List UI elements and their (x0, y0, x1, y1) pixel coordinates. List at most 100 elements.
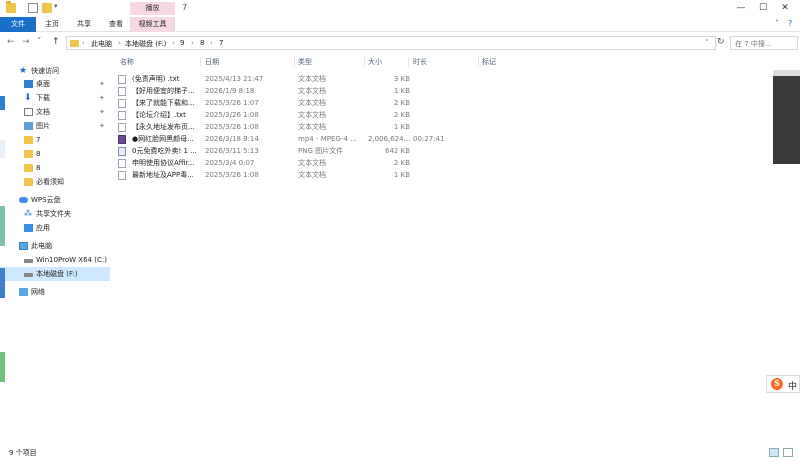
file-row[interactable]: 最新地址及APP毒... 2025/3/26 1:08 文本文档 1 KB (114, 169, 514, 181)
file-duration: 00:27:41 (413, 135, 445, 143)
recent-locations-button[interactable]: ˅ (37, 37, 42, 47)
nav-label: 图片 (36, 122, 50, 130)
close-button[interactable]: ✕ (774, 1, 796, 15)
address-bar[interactable]: › 此电脑 › 本地磁盘 (F:) › 9 › 8 › 7 ˅ (66, 36, 716, 50)
nav-shared-folder[interactable]: ⁂ 共享文件夹 (0, 207, 110, 221)
ribbon-tabs: 文件 主页 共享 查看 视频工具 ˅ ? (0, 17, 800, 32)
column-divider[interactable] (200, 57, 201, 67)
file-row[interactable]: 0元免费吃外卖! 1 ... 2026/3/11 5:13 PNG 图片文件 642 … (114, 145, 514, 157)
item-count: 9 个项目 (9, 449, 37, 457)
folder-icon (24, 164, 33, 172)
column-header-type[interactable]: 类型 (298, 56, 312, 68)
tab-home[interactable]: 主页 (38, 17, 66, 32)
properties-icon[interactable] (28, 3, 38, 13)
nav-quick-access[interactable]: ★ 快速访问 (0, 64, 110, 78)
column-header-date[interactable]: 日期 (205, 56, 219, 68)
nav-network[interactable]: 网络 (0, 285, 110, 299)
column-header-tags[interactable]: 标记 (482, 56, 496, 68)
thumbnail-strip (773, 70, 800, 76)
up-button[interactable]: ↑ (52, 37, 60, 47)
breadcrumb-this-pc[interactable]: 此电脑 (91, 39, 112, 49)
file-size: 642 KB (385, 147, 410, 155)
ime-toolbar[interactable]: S 中 (766, 375, 800, 393)
file-row[interactable]: 【来了就能下载和... 2025/3/26 1:07 文本文档 2 KB (114, 97, 514, 109)
tab-view[interactable]: 查看 (102, 17, 130, 32)
new-folder-icon[interactable] (42, 3, 52, 13)
breadcrumb-9[interactable]: 9 (180, 39, 184, 47)
desktop-icon (24, 80, 33, 88)
nav-label: 桌面 (36, 80, 50, 88)
nav-item-folder-7[interactable]: 7 (0, 133, 110, 147)
file-row[interactable]: 【好用便宜的梯子... 2026/1/9 8:18 文本文档 1 KB (114, 85, 514, 97)
network-icon (19, 288, 28, 296)
tab-video-tools[interactable]: 视频工具 (130, 17, 175, 32)
nav-item-documents[interactable]: 文档 ✦ (0, 105, 110, 119)
refresh-button[interactable]: ↻ (717, 37, 725, 47)
video-preview-thumbnail[interactable] (773, 70, 800, 164)
file-type: PNG 图片文件 (298, 147, 344, 155)
nav-wps-cloud[interactable]: WPS云盘 (0, 193, 110, 207)
nav-item-folder-8b[interactable]: 8 (0, 161, 110, 175)
file-date: 2026/3/11 5:13 (205, 147, 259, 155)
nav-label: 共享文件夹 (36, 210, 71, 218)
back-button[interactable]: ← (7, 37, 15, 47)
nav-item-downloads[interactable]: ⬇ 下载 ✦ (0, 91, 110, 105)
context-tab-play[interactable]: 播放 (130, 2, 175, 15)
nav-item-folder-8[interactable]: 8 (0, 147, 110, 161)
breadcrumb-separator[interactable]: › (191, 39, 194, 47)
breadcrumb-separator[interactable]: › (172, 39, 175, 47)
column-header-size[interactable]: 大小 (368, 56, 382, 68)
column-header-duration[interactable]: 时长 (413, 56, 427, 68)
column-divider[interactable] (408, 57, 409, 67)
nav-this-pc[interactable]: 此电脑 (0, 239, 110, 253)
search-placeholder: 在 7 中搜... (735, 40, 772, 48)
nav-drive-f[interactable]: 本地磁盘 (F:) (0, 267, 110, 281)
file-row[interactable]: 【论坛介绍】.txt 2025/3/26 1:08 文本文档 2 KB (114, 109, 514, 121)
breadcrumb-separator[interactable]: › (210, 39, 213, 47)
tab-file[interactable]: 文件 (0, 17, 36, 32)
nav-item-desktop[interactable]: 桌面 ✦ (0, 77, 110, 91)
column-divider[interactable] (478, 57, 479, 67)
file-name: 0元免费吃外卖! 1 ... (132, 147, 197, 155)
file-type: 文本文档 (298, 87, 326, 95)
minimize-button[interactable]: — (730, 1, 752, 15)
file-row[interactable]: ●网红脸网黑颜母... 2026/3/18 9:14 mp4 - MPEG-4 ..… (114, 133, 514, 145)
status-bar: 9 个项目 (0, 444, 800, 462)
address-dropdown-icon[interactable]: ˅ (705, 39, 709, 47)
sogou-logo-icon: S (771, 378, 783, 390)
breadcrumb-drive-f[interactable]: 本地磁盘 (F:) (125, 39, 167, 49)
desktop-edge (0, 206, 5, 246)
tab-share[interactable]: 共享 (70, 17, 98, 32)
column-header-name[interactable]: 名称 (120, 56, 134, 68)
file-size: 1 KB (393, 87, 410, 95)
file-size: 2 KB (393, 159, 410, 167)
nav-item-pictures[interactable]: 图片 ✦ (0, 119, 110, 133)
nav-item-must-read[interactable]: 必看须知 (0, 175, 110, 189)
large-icons-view-icon[interactable] (783, 448, 793, 457)
collapse-ribbon-icon[interactable]: ˅ (775, 19, 779, 28)
forward-button[interactable]: → (22, 37, 30, 47)
file-row[interactable]: 【永久地址发布页... 2025/3/26 1:08 文本文档 1 KB (114, 121, 514, 133)
column-divider[interactable] (294, 57, 295, 67)
customize-toolbar-icon[interactable]: ▾ (54, 2, 64, 12)
help-icon[interactable]: ? (788, 19, 792, 28)
file-row[interactable]: 申明使用协议Affir... 2025/3/4 0:07 文本文档 2 KB (114, 157, 514, 169)
folder-icon (6, 1, 16, 13)
file-size: 2 KB (393, 111, 410, 119)
breadcrumb-separator[interactable]: › (118, 39, 121, 47)
file-row[interactable]: (免责声明) .txt 2025/4/13 21:47 文本文档 3 KB (114, 73, 514, 85)
details-view-icon[interactable] (769, 448, 779, 457)
folder-icon (24, 136, 33, 144)
search-input[interactable]: 在 7 中搜... (730, 36, 798, 50)
nav-label: 必看须知 (36, 178, 64, 186)
breadcrumb-separator[interactable]: › (82, 39, 85, 47)
nav-drive-c[interactable]: Win10ProW X64 (C:) (0, 253, 110, 267)
ime-mode-label[interactable]: 中 (788, 379, 797, 392)
breadcrumb-8[interactable]: 8 (200, 39, 204, 47)
explorer-window: ▾ 播放 7 — ☐ ✕ 文件 主页 共享 查看 视频工具 ˅ ? ← → ˅ … (0, 0, 800, 462)
nav-apps[interactable]: 应用 (0, 221, 110, 235)
maximize-button[interactable]: ☐ (752, 1, 774, 15)
column-divider[interactable] (364, 57, 365, 67)
drive-icon (24, 273, 33, 277)
breadcrumb-7[interactable]: 7 (219, 39, 223, 47)
